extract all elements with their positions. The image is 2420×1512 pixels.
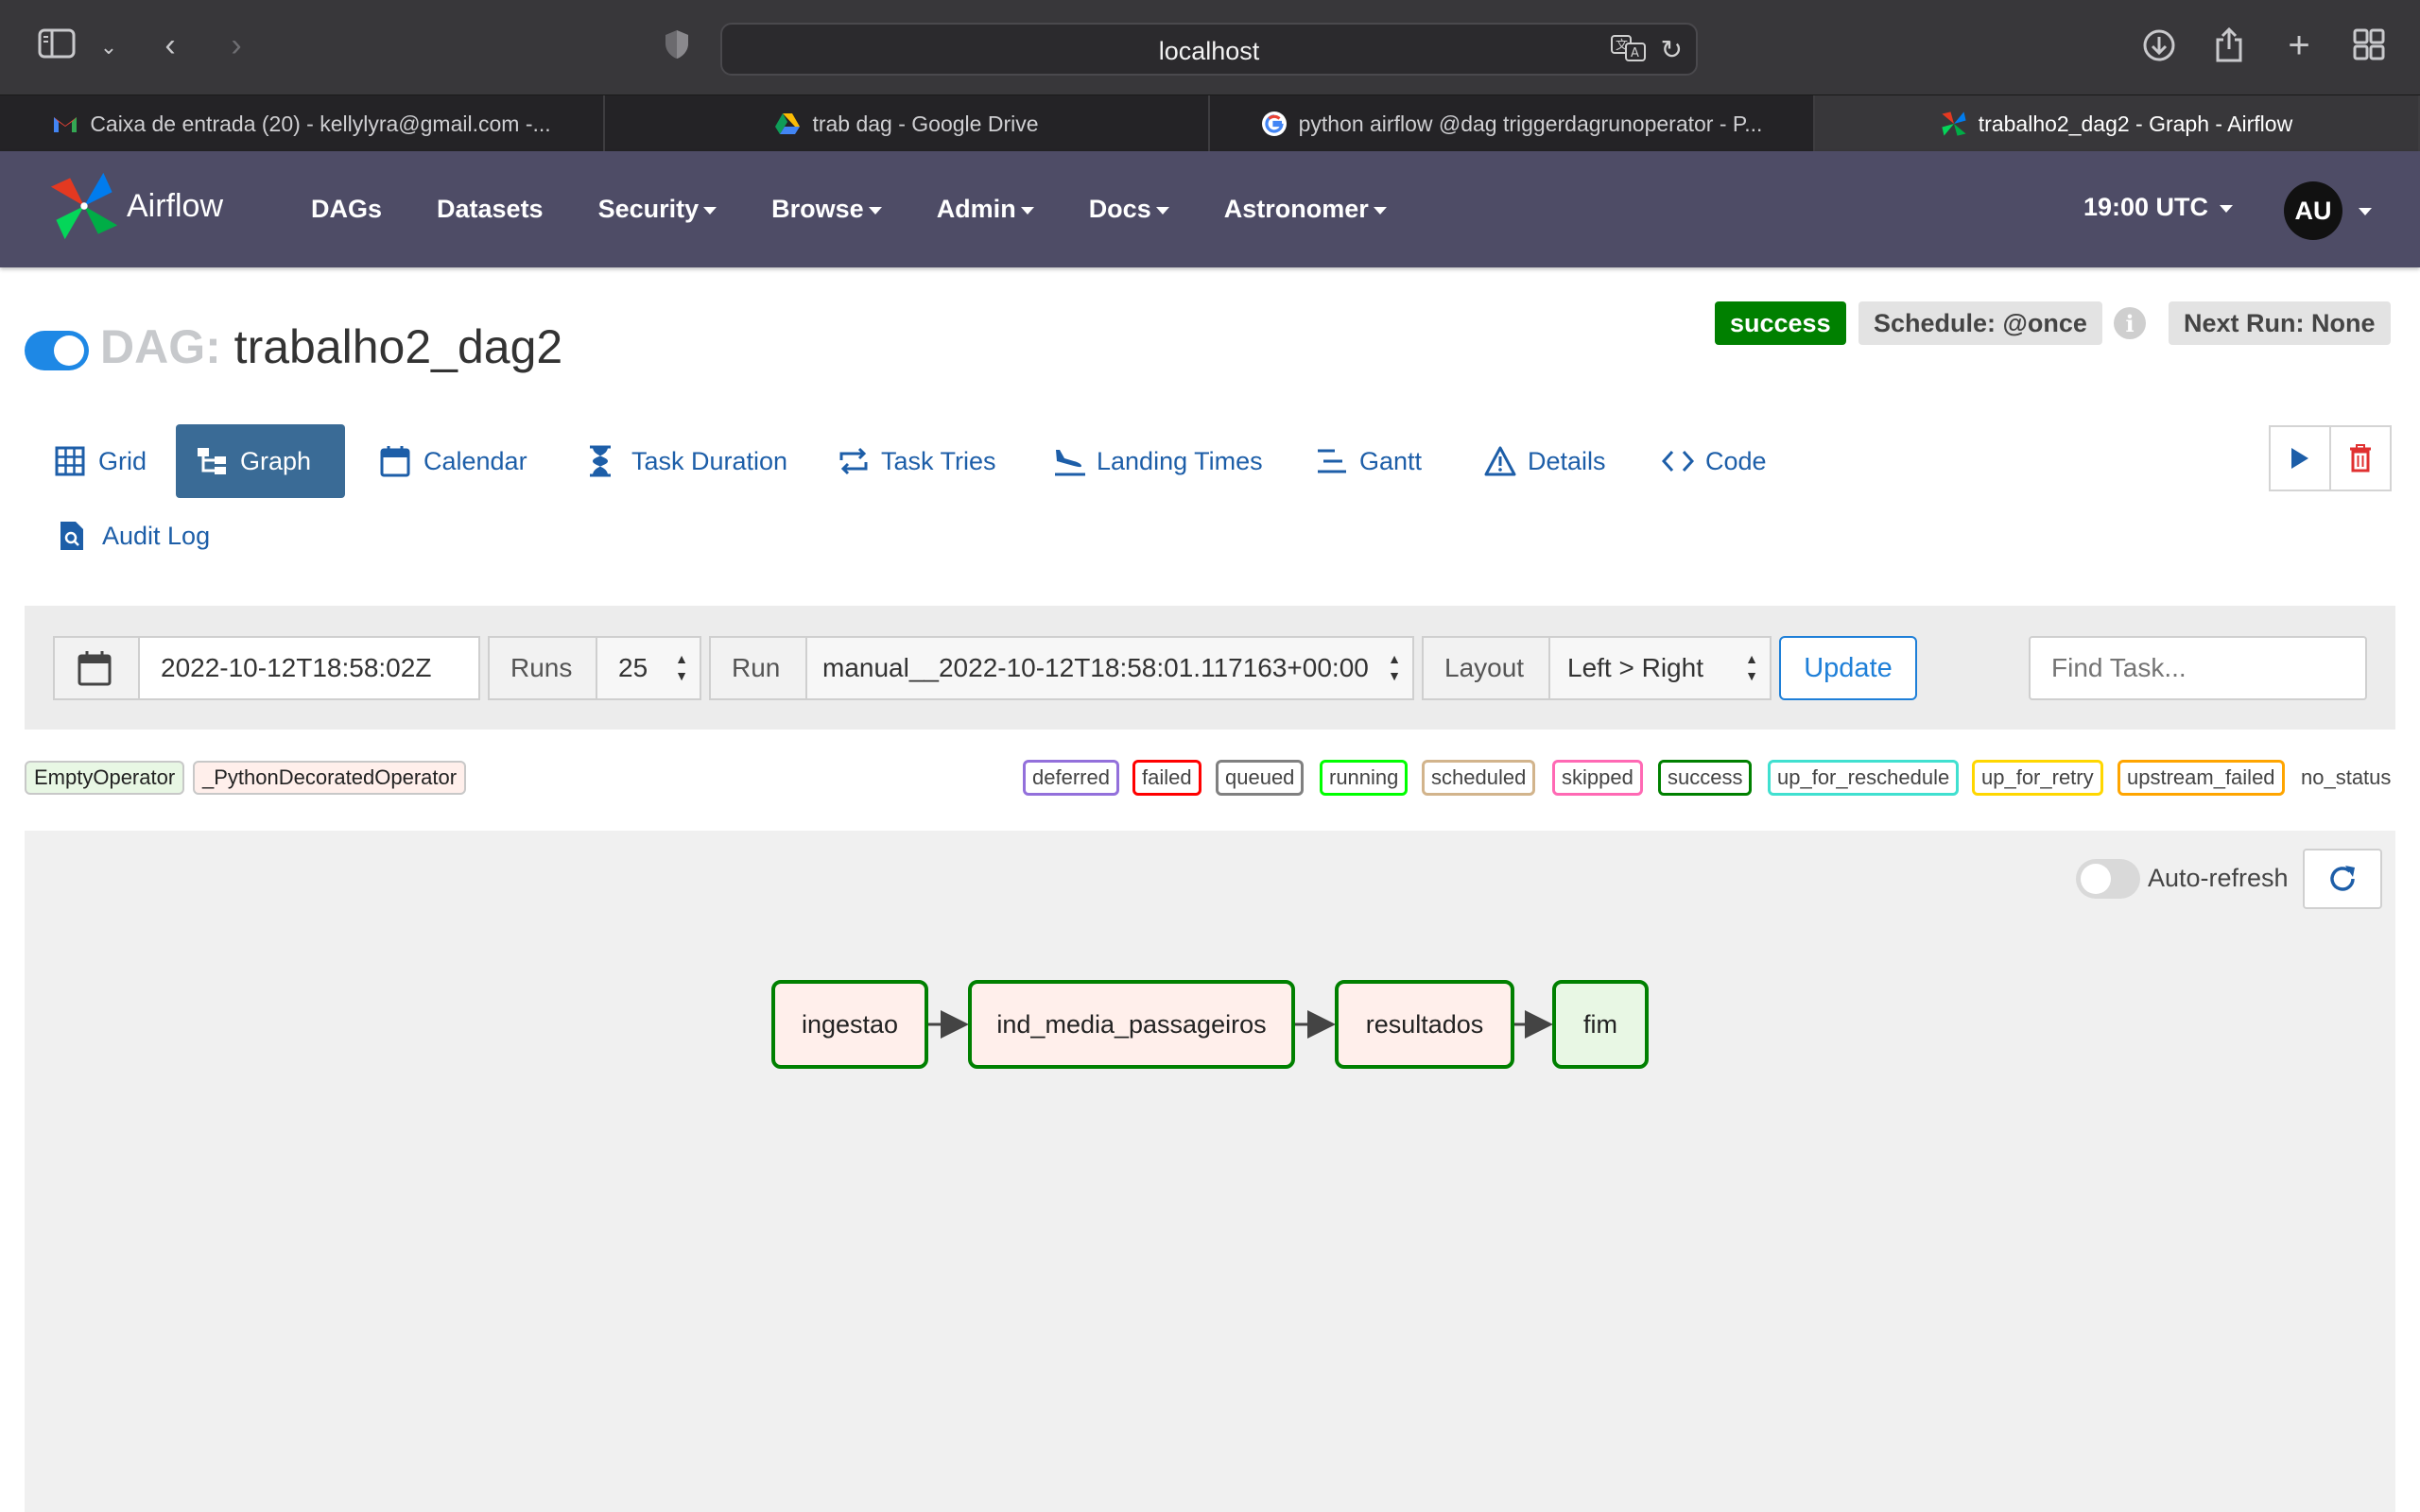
graph-edges [928, 1010, 1553, 1039]
task-node-fim[interactable]: fim [1552, 980, 1649, 1069]
task-node-resultados[interactable]: resultados [1335, 980, 1514, 1069]
task-node-ind-media-passageiros[interactable]: ind_media_passageiros [968, 980, 1295, 1069]
task-node-ingestao[interactable]: ingestao [771, 980, 928, 1069]
